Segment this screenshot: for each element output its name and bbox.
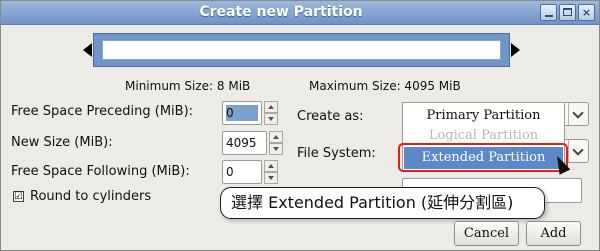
chevron-down-icon[interactable] xyxy=(568,140,588,162)
add-button[interactable]: Add xyxy=(526,221,581,246)
cancel-button[interactable]: Cancel xyxy=(454,221,519,246)
option-primary-partition[interactable]: Primary Partition xyxy=(403,106,564,126)
free-space-preceding-spinner[interactable] xyxy=(222,101,278,125)
minimize-icon[interactable] xyxy=(540,4,557,21)
free-space-following-label: Free Space Following (MiB): xyxy=(11,164,190,179)
spin-down-icon[interactable] xyxy=(264,172,278,184)
partition-fill xyxy=(102,40,501,60)
maximize-icon[interactable] xyxy=(559,4,576,21)
maximum-size-label: Maximum Size: 4095 MiB xyxy=(309,79,461,93)
instruction-callout: 選擇 Extended Partition (延伸分割區) xyxy=(220,187,545,219)
spin-up-icon[interactable] xyxy=(269,131,283,143)
partition-bar[interactable] xyxy=(93,33,510,67)
free-space-following-spin-buttons[interactable] xyxy=(264,160,278,184)
new-size-spin-buttons[interactable] xyxy=(269,131,283,155)
create-as-label: Create as: xyxy=(297,109,364,124)
chevron-down-icon[interactable] xyxy=(568,103,588,125)
close-icon[interactable]: × xyxy=(578,4,595,21)
title-bar[interactable]: Create new Partition × xyxy=(1,1,599,25)
window-title: Create new Partition xyxy=(199,4,363,20)
spin-up-icon[interactable] xyxy=(264,160,278,172)
free-space-following-spinner[interactable] xyxy=(222,160,278,184)
round-to-cylinders-checkbox[interactable]: ☑ xyxy=(13,191,24,202)
new-size-input[interactable] xyxy=(226,135,258,151)
spin-up-icon[interactable] xyxy=(264,101,278,113)
file-system-label: File System: xyxy=(297,146,376,161)
new-size-label: New Size (MiB): xyxy=(11,135,113,150)
resize-right-arrow-icon[interactable] xyxy=(511,43,520,57)
spin-down-icon[interactable] xyxy=(269,143,283,155)
resize-left-arrow-icon[interactable] xyxy=(83,43,92,57)
partition-graphic xyxy=(83,31,520,69)
free-space-following-input[interactable] xyxy=(226,164,258,180)
minimum-size-label: Minimum Size: 8 MiB xyxy=(125,79,251,93)
free-space-preceding-input[interactable] xyxy=(226,105,258,121)
new-size-spinner[interactable] xyxy=(222,131,283,155)
free-space-preceding-spin-buttons[interactable] xyxy=(264,101,278,125)
create-partition-dialog: Create new Partition × Minimum Size: 8 M… xyxy=(0,0,600,251)
round-to-cylinders-label[interactable]: Round to cylinders xyxy=(30,189,151,204)
spin-down-icon[interactable] xyxy=(264,113,278,125)
free-space-preceding-label: Free Space Preceding (MiB): xyxy=(11,104,194,119)
selection-highlight-box xyxy=(398,143,568,172)
